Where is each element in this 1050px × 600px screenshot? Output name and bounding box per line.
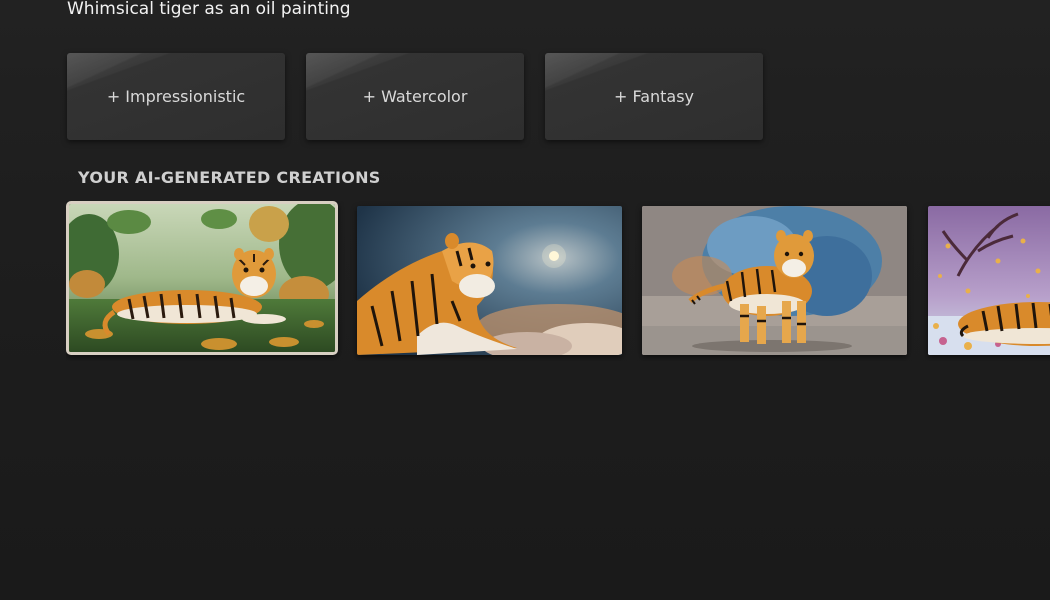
style-button-label: + Fantasy — [613, 87, 695, 106]
watercolor-button[interactable]: + Watercolor — [306, 53, 524, 140]
style-button-label: + Impressionistic — [106, 87, 246, 106]
purple-tiger-image — [928, 206, 1050, 355]
creations-heading: YOUR AI-GENERATED CREATIONS — [78, 168, 381, 187]
smoke-tiger-image — [642, 206, 907, 355]
ai-art-screen: Whimsical tiger as an oil painting + Imp… — [0, 0, 1050, 600]
impressionistic-button[interactable]: + Impressionistic — [67, 53, 285, 140]
creation-tile-purple-tiger[interactable] — [928, 206, 1050, 355]
creation-tile-smoke-tiger[interactable] — [642, 206, 907, 355]
fantasy-button[interactable]: + Fantasy — [545, 53, 763, 140]
creation-tile-jungle-tiger[interactable] — [66, 201, 338, 355]
style-options-row: + Impressionistic + Watercolor + Fantasy — [67, 53, 763, 140]
jungle-tiger-image — [69, 204, 335, 352]
creations-row — [66, 201, 1050, 361]
prompt-title: Whimsical tiger as an oil painting — [67, 0, 351, 19]
creation-tile-moon-tiger[interactable] — [357, 206, 622, 355]
style-button-label: + Watercolor — [362, 87, 468, 106]
moon-tiger-image — [357, 206, 622, 355]
